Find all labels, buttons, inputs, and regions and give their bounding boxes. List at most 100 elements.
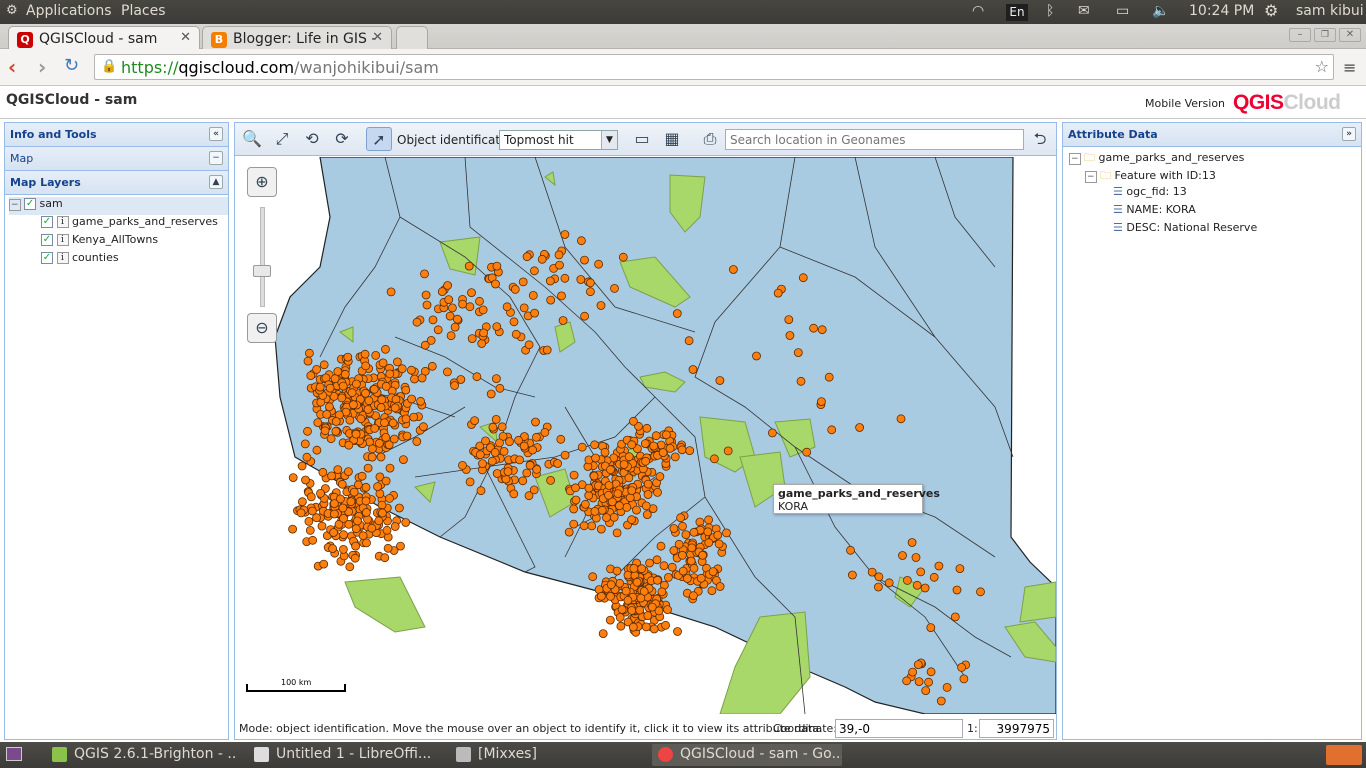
town-point[interactable] [752,351,761,361]
town-point[interactable] [325,402,334,412]
tab-blogger[interactable]: B Blogger: Life in GIS - ✕ [202,26,392,49]
town-point[interactable] [950,612,960,622]
town-point[interactable] [377,500,387,510]
town-point[interactable] [344,440,354,450]
town-point[interactable] [318,467,328,477]
town-point[interactable] [652,575,662,585]
town-point[interactable] [401,385,411,395]
town-point[interactable] [351,524,361,534]
town-point[interactable] [352,379,361,389]
town-point[interactable] [649,624,659,634]
town-point[interactable] [374,516,384,526]
town-point[interactable] [325,383,335,393]
town-point[interactable] [344,467,353,477]
town-point[interactable] [896,414,906,424]
town-point[interactable] [305,525,315,535]
town-point[interactable] [445,311,455,321]
town-point[interactable] [349,400,358,410]
town-point[interactable] [407,394,417,404]
town-point[interactable] [301,475,310,485]
town-point[interactable] [546,295,556,305]
print-icon[interactable]: ⎙ [697,127,723,151]
town-point[interactable] [587,521,597,531]
town-point[interactable] [589,471,599,481]
town-point[interactable] [361,482,371,492]
town-point[interactable] [490,448,500,457]
clock[interactable]: 10:24 PM [1189,3,1254,19]
town-point[interactable] [637,564,647,574]
town-point[interactable] [645,558,655,568]
town-point[interactable] [669,546,679,555]
town-point[interactable] [824,372,834,382]
town-point[interactable] [707,586,717,596]
town-point[interactable] [685,446,695,456]
keyboard-layout-indicator[interactable]: En [1006,4,1028,21]
town-point[interactable] [670,452,680,462]
town-point[interactable] [412,437,422,446]
town-point[interactable] [612,528,622,538]
town-point[interactable] [673,627,682,636]
park-polygon[interactable] [1019,581,1056,623]
town-point[interactable] [641,622,651,632]
town-point[interactable] [641,501,651,511]
collapse-right-icon[interactable]: » [1342,127,1356,141]
town-point[interactable] [618,252,628,262]
town-point[interactable] [519,303,529,313]
town-point[interactable] [383,543,393,553]
town-point[interactable] [627,440,637,450]
town-point[interactable] [598,629,608,639]
town-point[interactable] [713,530,723,540]
zoom-out-icon[interactable]: ⊖ [247,313,277,343]
minimize-icon[interactable]: – [1289,28,1311,42]
town-point[interactable] [615,612,625,622]
town-point[interactable] [571,483,580,493]
town-point[interactable] [584,483,594,493]
town-point[interactable] [378,358,388,368]
town-point[interactable] [619,460,629,469]
town-point[interactable] [577,442,587,452]
town-point[interactable] [912,580,922,590]
tab-qgiscloud[interactable]: Q QGISCloud - sam ✕ [8,26,200,49]
town-point[interactable] [358,531,368,541]
town-point[interactable] [450,381,460,390]
town-point[interactable] [437,287,447,297]
town-point[interactable] [610,283,619,293]
town-point[interactable] [522,468,532,478]
town-point[interactable] [569,519,579,529]
town-point[interactable] [458,299,468,309]
town-point[interactable] [560,230,570,239]
town-point[interactable] [381,476,391,486]
town-point[interactable] [519,441,529,451]
town-point[interactable] [319,360,329,370]
town-point[interactable] [531,417,540,427]
reset-search-icon[interactable]: ⮌ [1027,127,1053,151]
town-point[interactable] [663,572,673,582]
town-point[interactable] [511,329,521,339]
town-point[interactable] [385,463,395,473]
town-point[interactable] [908,667,917,677]
map-canvas[interactable]: 100 km ⊕ ⊖ game_parks_and_reserves KORA [235,157,1056,714]
town-point[interactable] [525,460,535,470]
attr-layer-node[interactable]: − 🗀 game_parks_and_reserves [1069,149,1361,167]
town-point[interactable] [465,302,475,312]
town-point[interactable] [715,376,725,385]
town-point[interactable] [518,476,528,486]
town-point[interactable] [640,439,650,449]
town-point[interactable] [557,291,566,301]
town-point[interactable] [381,344,390,354]
collapse-left-icon[interactable]: « [209,127,223,141]
town-point[interactable] [590,506,600,516]
town-point[interactable] [921,686,931,695]
town-point[interactable] [346,497,356,507]
town-point[interactable] [580,499,590,509]
town-point[interactable] [677,445,687,455]
town-point[interactable] [560,273,570,283]
town-point[interactable] [632,577,642,587]
town-point[interactable] [486,389,496,399]
town-point[interactable] [338,381,348,391]
town-point[interactable] [477,339,487,348]
town-point[interactable] [653,487,662,497]
collapse-tree-icon[interactable]: − [1085,171,1097,183]
battery-icon[interactable]: ▭ [1116,3,1129,19]
town-point[interactable] [596,591,606,601]
